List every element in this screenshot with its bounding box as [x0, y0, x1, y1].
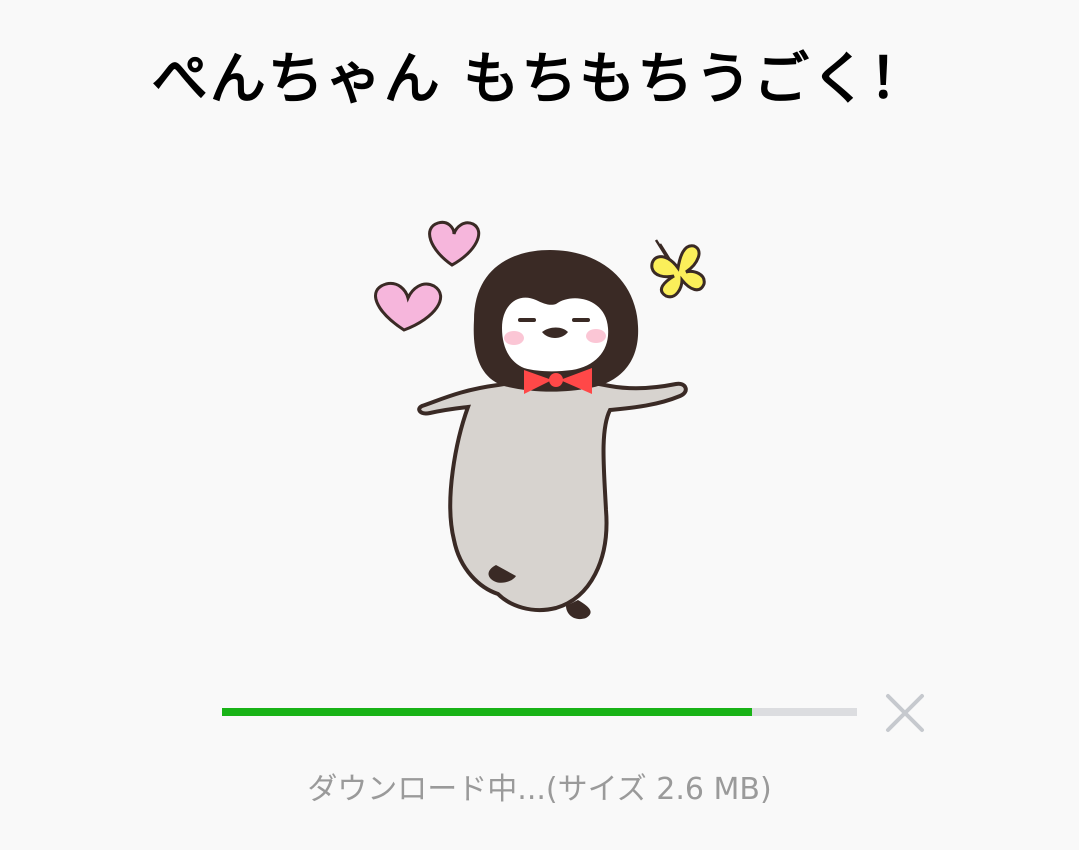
page-title: ぺんちゃん もちもちうごく！ [151, 47, 928, 112]
cancel-download-button[interactable] [882, 690, 928, 736]
penguin-sticker-icon [374, 220, 706, 620]
download-progress-fill [222, 708, 753, 716]
close-icon[interactable] [882, 690, 928, 736]
sticker-download-screen: ぺんちゃん もちもちうごく！ ダウンロード中...(サイズ 2.6 MB) [0, 0, 1079, 850]
sticker-preview [360, 210, 720, 630]
download-progress-bar [222, 708, 857, 716]
heart-icon [428, 220, 481, 267]
butterfly-icon [650, 239, 706, 299]
heart-icon [374, 281, 442, 332]
download-status-text: ダウンロード中...(サイズ 2.6 MB) [307, 772, 772, 807]
